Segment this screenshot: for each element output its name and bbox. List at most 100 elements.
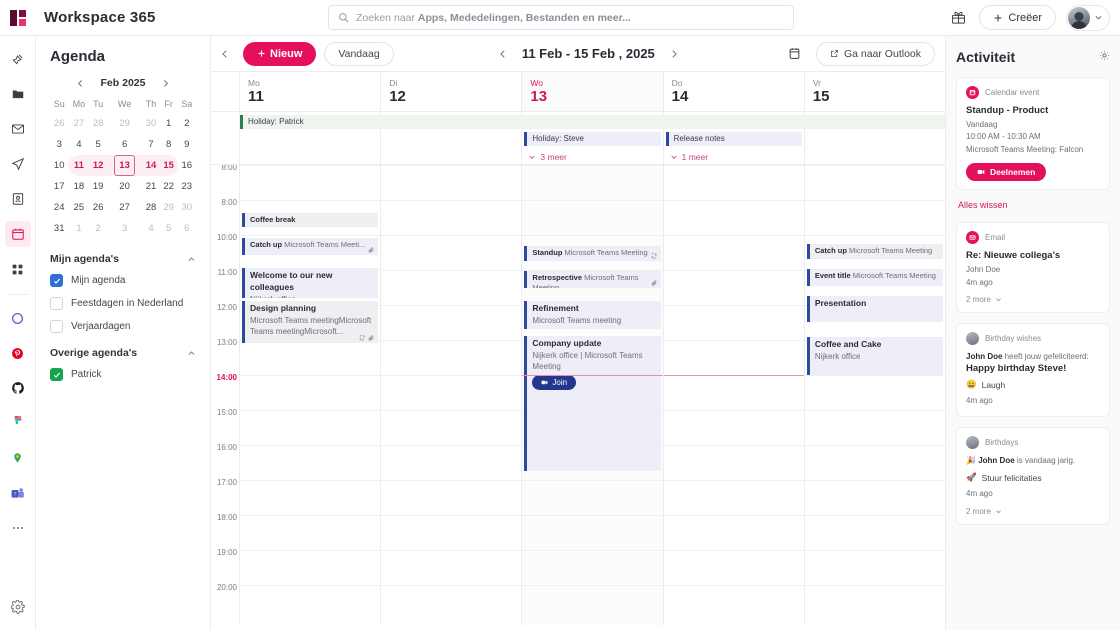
show-more-toggle[interactable]: 2 more (966, 295, 1100, 304)
rail-item-mail-icon[interactable] (5, 116, 31, 142)
mini-cal-day[interactable]: 4 (142, 218, 160, 239)
calendar-event[interactable]: Standup Microsoft Teams Meeting (524, 245, 661, 261)
all-day-more-toggle[interactable]: 3 meer (524, 152, 660, 162)
rail-item-teams-circle-icon[interactable] (5, 305, 31, 331)
today-button[interactable]: Vandaag (324, 41, 394, 66)
mini-cal-day[interactable]: 13 (107, 155, 143, 176)
day-header[interactable]: Wo 13 (521, 72, 663, 111)
checkbox-icon[interactable] (50, 274, 63, 287)
mini-cal-day[interactable]: 6 (178, 218, 196, 239)
mini-cal-day[interactable]: 15 (159, 155, 178, 176)
mini-cal-day[interactable]: 5 (160, 218, 178, 239)
day-column[interactable]: Catch up Microsoft Teams Meeting Event ti… (803, 164, 945, 625)
new-event-button[interactable]: Nieuw (243, 41, 317, 66)
my-calendars-header[interactable]: Mijn agenda's (50, 253, 196, 265)
mini-cal-day[interactable]: 18 (68, 176, 89, 197)
join-meeting-button[interactable]: Deelnemen (966, 163, 1047, 182)
mini-cal-prev-icon[interactable] (76, 79, 85, 88)
rail-item-contacts-icon[interactable] (5, 186, 31, 212)
calendar-toggle-row[interactable]: Patrick (50, 368, 196, 381)
all-day-event[interactable]: Holiday: Patrick (240, 114, 945, 129)
activity-card[interactable]: Email Re: Nieuwe collega's John Doe 4m ago… (956, 222, 1110, 313)
calendar-event[interactable]: Retrospective Microsoft Teams Meeting (524, 270, 661, 288)
mini-cal-day[interactable]: 2 (178, 113, 196, 134)
show-more-toggle[interactable]: 2 more (966, 507, 1100, 516)
mini-cal-day[interactable]: 1 (160, 113, 178, 134)
day-header[interactable]: Do 14 (662, 72, 804, 111)
mini-cal-day[interactable]: 16 (178, 155, 196, 176)
day-column[interactable]: Standup Microsoft Teams Meeting Retrospec… (521, 164, 663, 625)
rail-item-msteams-icon[interactable]: T (5, 480, 31, 506)
mini-cal-day[interactable]: 29 (160, 197, 178, 218)
mini-cal-day[interactable]: 2 (89, 218, 107, 239)
mini-cal-next-icon[interactable] (161, 79, 170, 88)
mini-cal-day[interactable]: 6 (107, 134, 142, 155)
mini-cal-day[interactable]: 29 (107, 113, 142, 134)
mini-cal-day[interactable]: 11 (68, 155, 90, 176)
collapse-panel-icon[interactable] (215, 49, 235, 59)
rail-item-calendar-icon[interactable] (4, 221, 31, 247)
rail-settings-gear-icon[interactable] (5, 594, 31, 620)
rail-item-rocket-icon[interactable] (5, 46, 31, 72)
range-prev-icon[interactable] (498, 49, 508, 59)
other-calendars-header[interactable]: Overige agenda's (50, 347, 196, 359)
mini-cal-day[interactable]: 26 (89, 197, 107, 218)
calendar-grid-scroll[interactable]: 8:00 8:00 10:00 11:00 12:00 13:00 14:00 15:00 16… (211, 164, 945, 630)
activity-card[interactable]: Calendar event Standup - Product Vandaag 1… (956, 77, 1110, 191)
reaction-row[interactable]: 😄 Laugh (966, 379, 1100, 390)
calendar-event[interactable]: Catch up Microsoft Teams Meeting (806, 243, 944, 259)
mini-calendar[interactable]: Su Mo Tu We Th Fr Sa 26 27 28 29 30 1 2 3 4 5 6 7 8 9 10 11 12… (50, 95, 196, 239)
rail-item-apps-icon[interactable] (5, 256, 31, 282)
mini-cal-day[interactable]: 3 (107, 218, 142, 239)
all-day-more-toggle[interactable]: 1 meer (666, 152, 802, 162)
rail-item-pinterest-icon[interactable] (5, 340, 31, 366)
calendar-event[interactable]: Coffee break (242, 212, 379, 227)
mini-cal-day[interactable]: 14 (142, 155, 160, 176)
mini-cal-day[interactable]: 3 (50, 134, 68, 155)
all-day-event[interactable]: Release notes (665, 131, 802, 146)
rail-item-more-icon[interactable] (5, 515, 31, 541)
day-column[interactable] (662, 164, 804, 625)
calendar-event[interactable]: Welcome to our new colleagues Nijkerk off… (242, 267, 379, 298)
calendar-event[interactable]: Design planning Microsoft Teams meetingMi… (242, 300, 379, 343)
mini-cal-day[interactable]: 26 (50, 113, 68, 134)
mini-cal-day[interactable]: 22 (160, 176, 178, 197)
calendar-event[interactable]: Event title Microsoft Teams Meeting (806, 268, 944, 286)
mini-cal-day[interactable]: 27 (68, 113, 89, 134)
calendar-event[interactable]: Refinement Microsoft Teams meeting (524, 300, 661, 329)
day-column[interactable]: Coffee break Catch up Microsoft Teams Mee… (239, 164, 381, 625)
day-column[interactable] (380, 164, 522, 625)
activity-card[interactable]: Birthday wishes John Doe heeft jouw gefe… (956, 322, 1110, 417)
mini-cal-day[interactable]: 19 (89, 176, 107, 197)
gift-icon[interactable] (947, 7, 969, 29)
mini-cal-day[interactable]: 7 (142, 134, 160, 155)
activity-gear-icon[interactable] (1099, 48, 1110, 66)
clear-all-button[interactable]: Alles wissen (958, 200, 1110, 210)
search-input[interactable]: Zoeken naar Apps, Mededelingen, Bestande… (328, 5, 794, 30)
calendar-toggle-row[interactable]: Verjaardagen (50, 320, 196, 333)
all-day-event[interactable]: Holiday: Steve (524, 131, 661, 146)
rail-item-folder-icon[interactable] (5, 81, 31, 107)
mini-cal-day[interactable]: 4 (68, 134, 89, 155)
calendar-event[interactable]: Catch up Microsoft Teams Meeti... (242, 237, 379, 255)
checkbox-icon[interactable] (50, 320, 63, 333)
day-header[interactable]: Vr 15 (803, 72, 945, 111)
mini-cal-day[interactable]: 24 (50, 197, 68, 218)
mini-cal-day[interactable]: 12 (89, 155, 108, 176)
mini-cal-day[interactable]: 9 (178, 134, 196, 155)
day-header[interactable]: Di 12 (380, 72, 521, 111)
mini-cal-day[interactable]: 25 (68, 197, 89, 218)
go-to-outlook-button[interactable]: Ga naar Outlook (815, 41, 935, 66)
rail-item-github-icon[interactable] (5, 375, 31, 401)
mini-calendar-body[interactable]: 26 27 28 29 30 1 2 3 4 5 6 7 8 9 10 11 12 13 14 15 16 17 18 19 2… (50, 113, 196, 239)
join-meeting-button[interactable]: Join (532, 375, 577, 391)
activity-card[interactable]: Birthdays 🎉 John Doe is vandaag jarig. 🚀 S… (956, 426, 1110, 525)
mini-cal-day[interactable]: 27 (107, 197, 142, 218)
brand-logo[interactable] (0, 9, 36, 26)
mini-cal-day[interactable]: 23 (178, 176, 196, 197)
range-next-icon[interactable] (669, 49, 679, 59)
checkbox-icon[interactable] (50, 368, 63, 381)
mini-cal-day[interactable]: 10 (50, 155, 68, 176)
mini-cal-day[interactable]: 30 (142, 113, 160, 134)
calendar-toggle-row[interactable]: Feestdagen in Nederland (50, 297, 196, 310)
